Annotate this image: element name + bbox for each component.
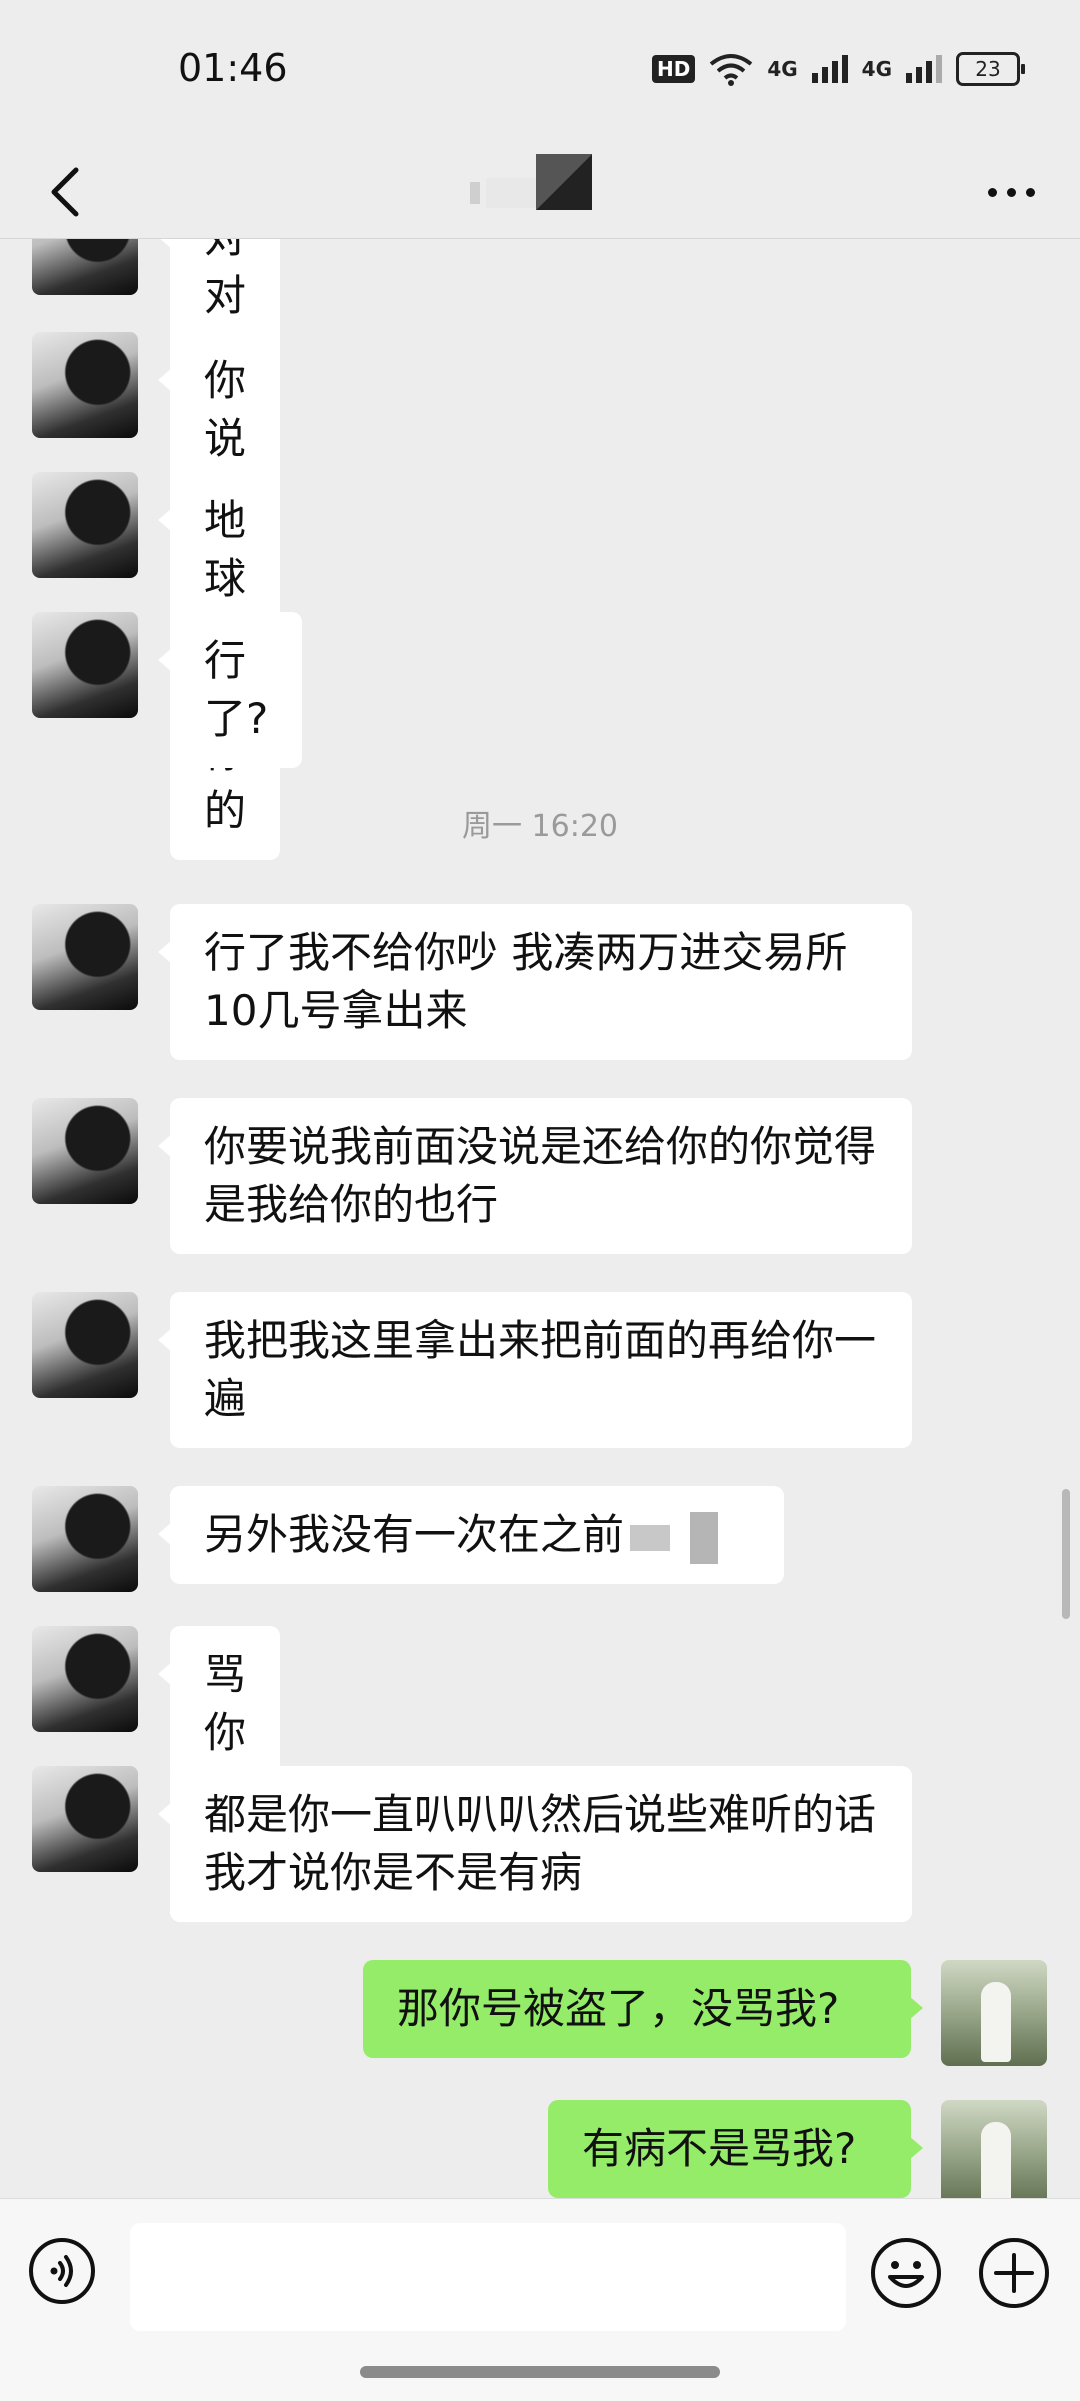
contact-avatar[interactable] — [32, 1766, 138, 1872]
chat-timestamp: 周一 16:20 — [462, 809, 618, 844]
contact-avatar[interactable] — [32, 239, 138, 295]
chat-header — [0, 140, 1080, 239]
contact-avatar[interactable] — [32, 1292, 138, 1398]
message-bubble[interactable]: 那你号被盗了，没骂我? — [363, 1960, 923, 2058]
contact-avatar[interactable] — [32, 1626, 138, 1732]
redacted-text — [630, 1524, 671, 1551]
contact-avatar[interactable] — [32, 612, 138, 718]
more-options-button[interactable] — [976, 162, 1046, 222]
message-text: 另外我没有一次在之前 — [204, 1510, 625, 1559]
signal-icon-2 — [906, 55, 942, 83]
home-indicator[interactable] — [360, 2366, 720, 2378]
message-list[interactable]: 对对对 你说啥是啥 地球都是你的 行了? 周一 16:20 行了我不给你吵 我凑… — [0, 239, 1080, 2199]
status-bar: 01:46 HD 4G 4G 23 — [0, 0, 1080, 140]
message-bubble[interactable]: 骂你 — [157, 1626, 281, 1782]
my-avatar[interactable] — [941, 2100, 1047, 2199]
message-bubble[interactable]: 另外我没有一次在之前 — [158, 1486, 784, 1584]
contact-name-blurred — [470, 148, 592, 210]
contact-avatar[interactable] — [32, 1486, 138, 1592]
scrollbar[interactable] — [1062, 1489, 1070, 1619]
signal-icon-1 — [811, 55, 848, 83]
message-input[interactable] — [130, 2223, 846, 2331]
battery-icon: 23 — [956, 52, 1025, 86]
contact-avatar[interactable] — [32, 332, 138, 438]
voice-input-icon[interactable] — [28, 2237, 96, 2305]
message-bubble[interactable]: 行了我不给你吵 我凑两万进交易所 10几号拿出来 — [158, 904, 912, 1060]
wifi-icon — [710, 54, 753, 86]
message-bubble[interactable]: 我把我这里拿出来把前面的再给你一遍 — [158, 1292, 912, 1448]
network-type-1: 4G — [767, 57, 798, 81]
network-type-2: 4G — [861, 57, 892, 81]
contact-avatar[interactable] — [32, 1098, 138, 1204]
message-bubble[interactable]: 行了? — [157, 612, 303, 768]
more-dots-icon — [987, 187, 997, 197]
contact-avatar[interactable] — [32, 904, 138, 1010]
contact-avatar[interactable] — [32, 472, 138, 578]
hd-icon: HD — [651, 55, 696, 83]
redacted-text — [690, 1511, 719, 1564]
my-avatar[interactable] — [941, 1960, 1047, 2066]
message-bubble[interactable]: 都是你一直叭叭叭然后说些难听的话我才说你是不是有病 — [158, 1766, 912, 1922]
message-bubble[interactable]: 你要说我前面没说是还给你的你觉得是我给你的也行 — [158, 1098, 912, 1254]
plus-icon[interactable] — [978, 2237, 1050, 2309]
status-icons: HD 4G 4G 23 — [651, 52, 1025, 86]
back-icon[interactable] — [38, 162, 98, 222]
emoji-icon[interactable] — [870, 2237, 942, 2309]
clock: 01:46 — [178, 46, 288, 90]
message-bubble[interactable]: 有病不是骂我? — [548, 2100, 923, 2198]
